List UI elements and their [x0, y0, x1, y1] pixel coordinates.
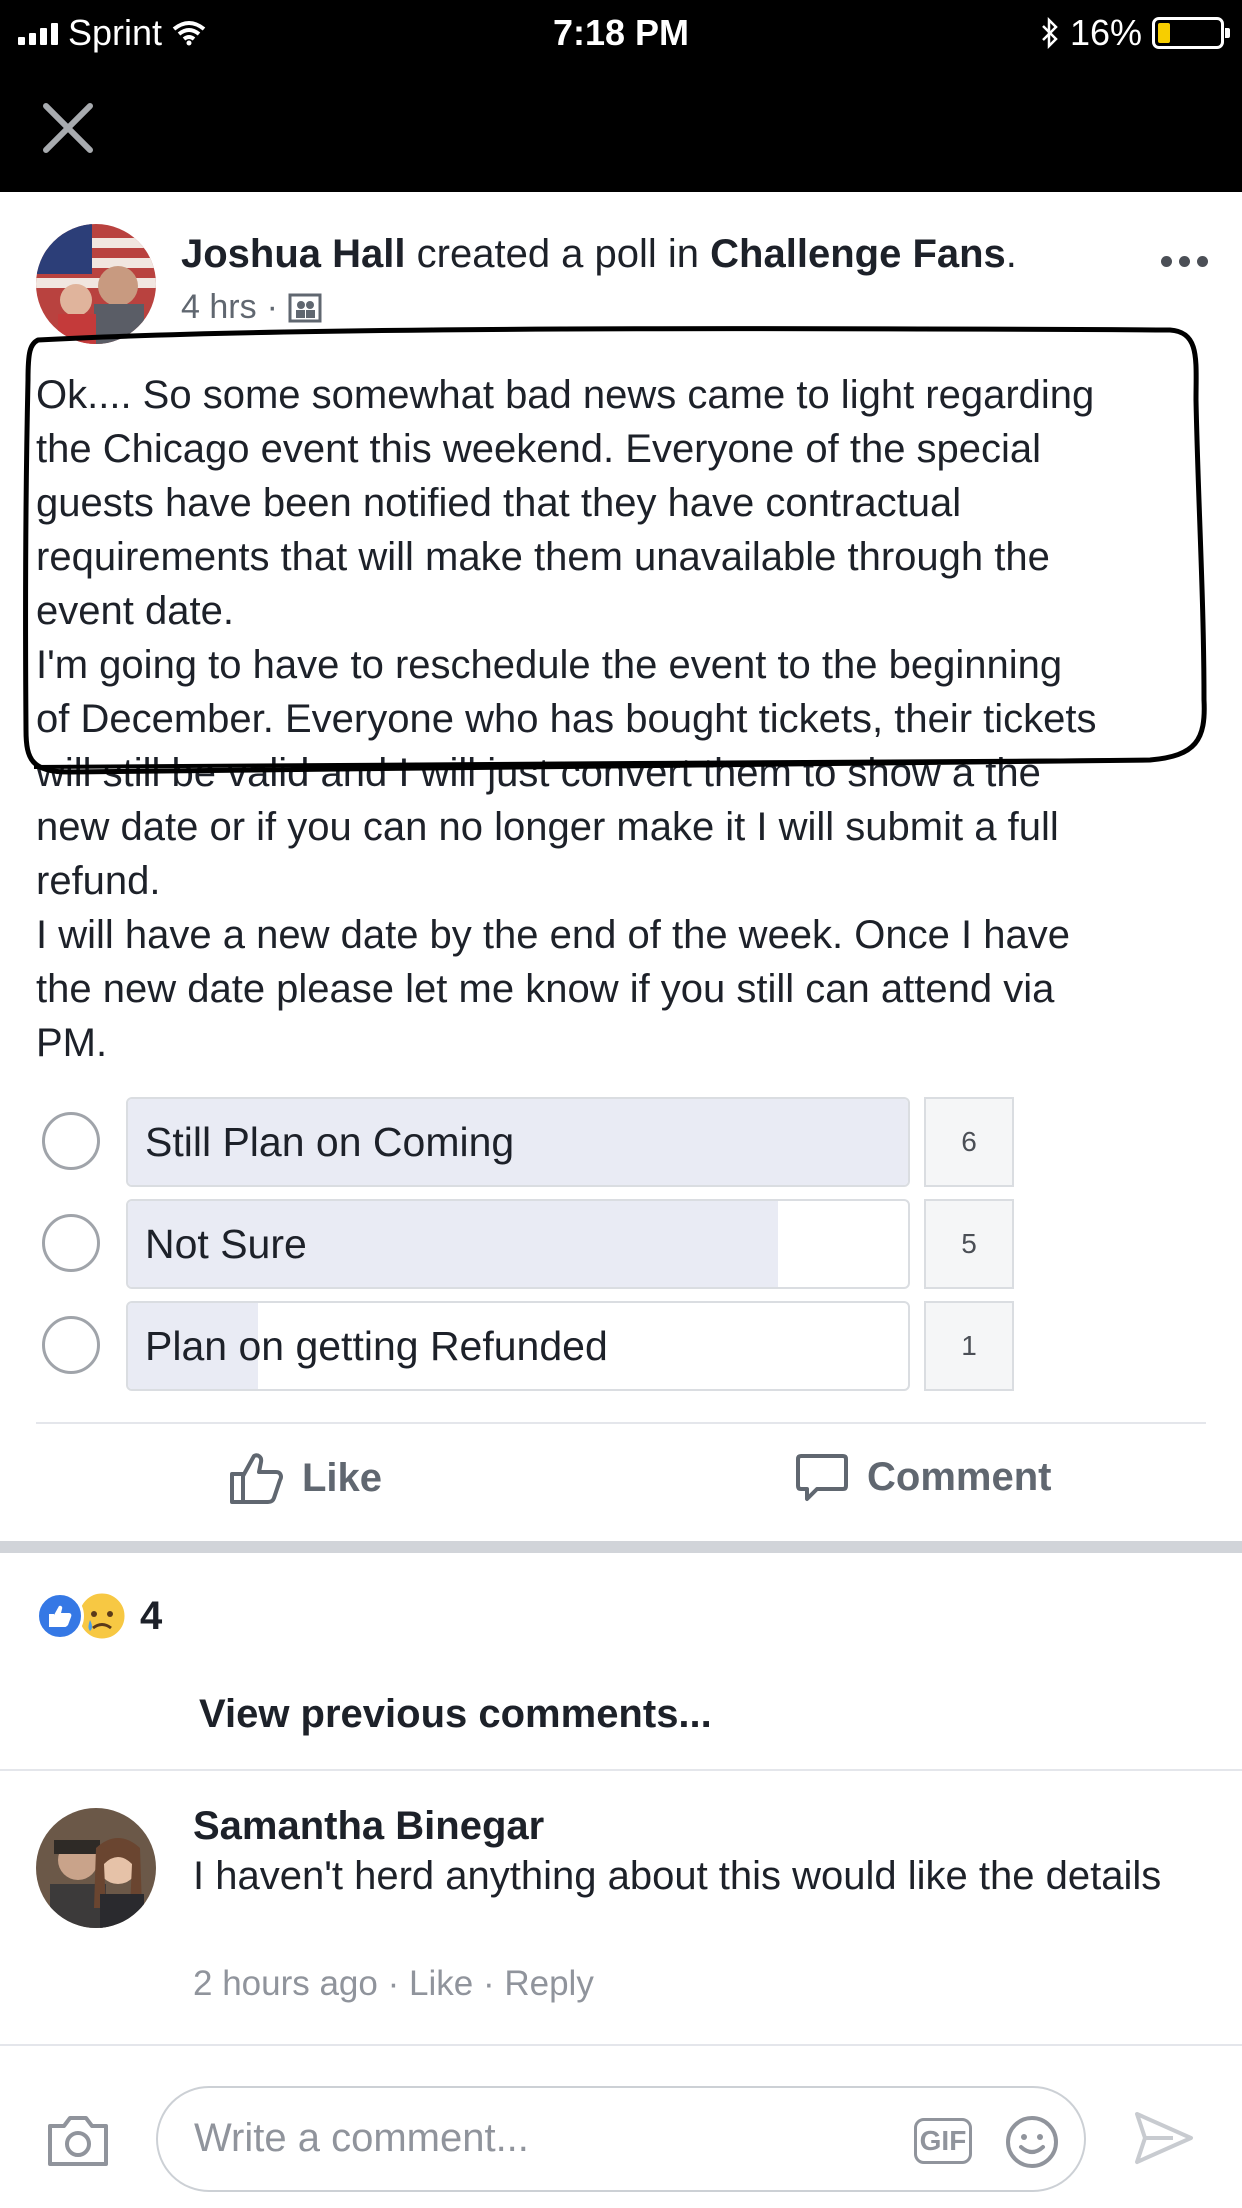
comment-meta: 2 hours ago · Like · Reply	[193, 1964, 594, 2003]
close-icon[interactable]	[38, 98, 98, 158]
comment-text: I haven't herd anything about this would…	[193, 1854, 1162, 1898]
post-headline: Joshua Hall created a poll in Challenge …	[181, 232, 1017, 276]
comment-author[interactable]: Samantha Binegar	[193, 1804, 544, 1849]
poll-vote-count[interactable]: 5	[924, 1199, 1014, 1289]
status-right: 16%	[1040, 12, 1230, 54]
poll-option-label: Not Sure	[145, 1221, 307, 1267]
battery-icon	[1152, 17, 1230, 49]
meta-dot: ·	[266, 288, 278, 326]
post-body: Ok.... So some somewhat bad news came to…	[36, 373, 1097, 1065]
author-name[interactable]: Joshua Hall	[181, 232, 406, 276]
comment-label: Comment	[867, 1454, 1052, 1499]
poll-option[interactable]: Plan on getting Refunded 1	[36, 1301, 1016, 1391]
comment-button[interactable]: Comment	[795, 1450, 1051, 1504]
post-meta: 4 hrs ·	[181, 288, 322, 327]
more-options-icon[interactable]	[1161, 256, 1208, 267]
poll-radio[interactable]	[42, 1214, 100, 1272]
divider	[0, 2044, 1242, 2046]
comment-input-placeholder: Write a comment...	[194, 2116, 529, 2160]
like-label: Like	[302, 1455, 383, 1500]
comment-time[interactable]: 2 hours ago	[193, 1964, 378, 2003]
comment-input[interactable]: Write a comment... GIF	[156, 2086, 1086, 2192]
poll-radio[interactable]	[42, 1316, 100, 1374]
post-action: created a poll in	[416, 232, 700, 276]
group-name[interactable]: Challenge Fans	[710, 232, 1006, 276]
poll-radio[interactable]	[42, 1112, 100, 1170]
gif-button[interactable]: GIF	[914, 2118, 972, 2164]
emoji-icon[interactable]	[1004, 2114, 1060, 2170]
poll-bar[interactable]: Plan on getting Refunded	[126, 1301, 910, 1391]
reactions-summary[interactable]: 4	[36, 1590, 162, 1642]
reaction-count: 4	[140, 1593, 163, 1638]
poll-vote-count[interactable]: 6	[924, 1097, 1014, 1187]
bluetooth-icon	[1042, 17, 1058, 49]
thumbs-up-icon	[230, 1453, 283, 1504]
divider	[36, 1422, 1206, 1424]
status-bar: Sprint 7:18 PM 16%	[0, 0, 1242, 64]
poll-option-label: Still Plan on Coming	[145, 1119, 515, 1165]
divider	[0, 1769, 1242, 1771]
poll-option[interactable]: Still Plan on Coming 6	[36, 1097, 1016, 1187]
poll-option[interactable]: Not Sure 5	[36, 1199, 1016, 1289]
poll-bar[interactable]: Not Sure	[126, 1199, 910, 1289]
comment-icon	[796, 1454, 848, 1501]
poll-option-label: Plan on getting Refunded	[145, 1323, 608, 1369]
poll-vote-count[interactable]: 1	[924, 1301, 1014, 1391]
view-previous-comments[interactable]: View previous comments...	[199, 1692, 712, 1737]
group-privacy-icon	[288, 293, 322, 322]
like-reaction-icon	[36, 1592, 84, 1640]
section-divider	[0, 1541, 1242, 1553]
battery-percent: 16%	[1069, 12, 1142, 53]
comment-like-link[interactable]: Like	[409, 1964, 473, 2003]
camera-icon[interactable]	[46, 2112, 110, 2168]
commenter-avatar[interactable]	[36, 1808, 156, 1928]
like-button[interactable]: Like	[228, 1450, 382, 1506]
author-avatar[interactable]	[36, 224, 156, 344]
top-bar	[0, 64, 1242, 192]
send-icon[interactable]	[1133, 2110, 1195, 2166]
post-timestamp[interactable]: 4 hrs	[181, 288, 257, 327]
comment-reply-link[interactable]: Reply	[504, 1964, 593, 2003]
poll-bar[interactable]: Still Plan on Coming	[126, 1097, 910, 1187]
